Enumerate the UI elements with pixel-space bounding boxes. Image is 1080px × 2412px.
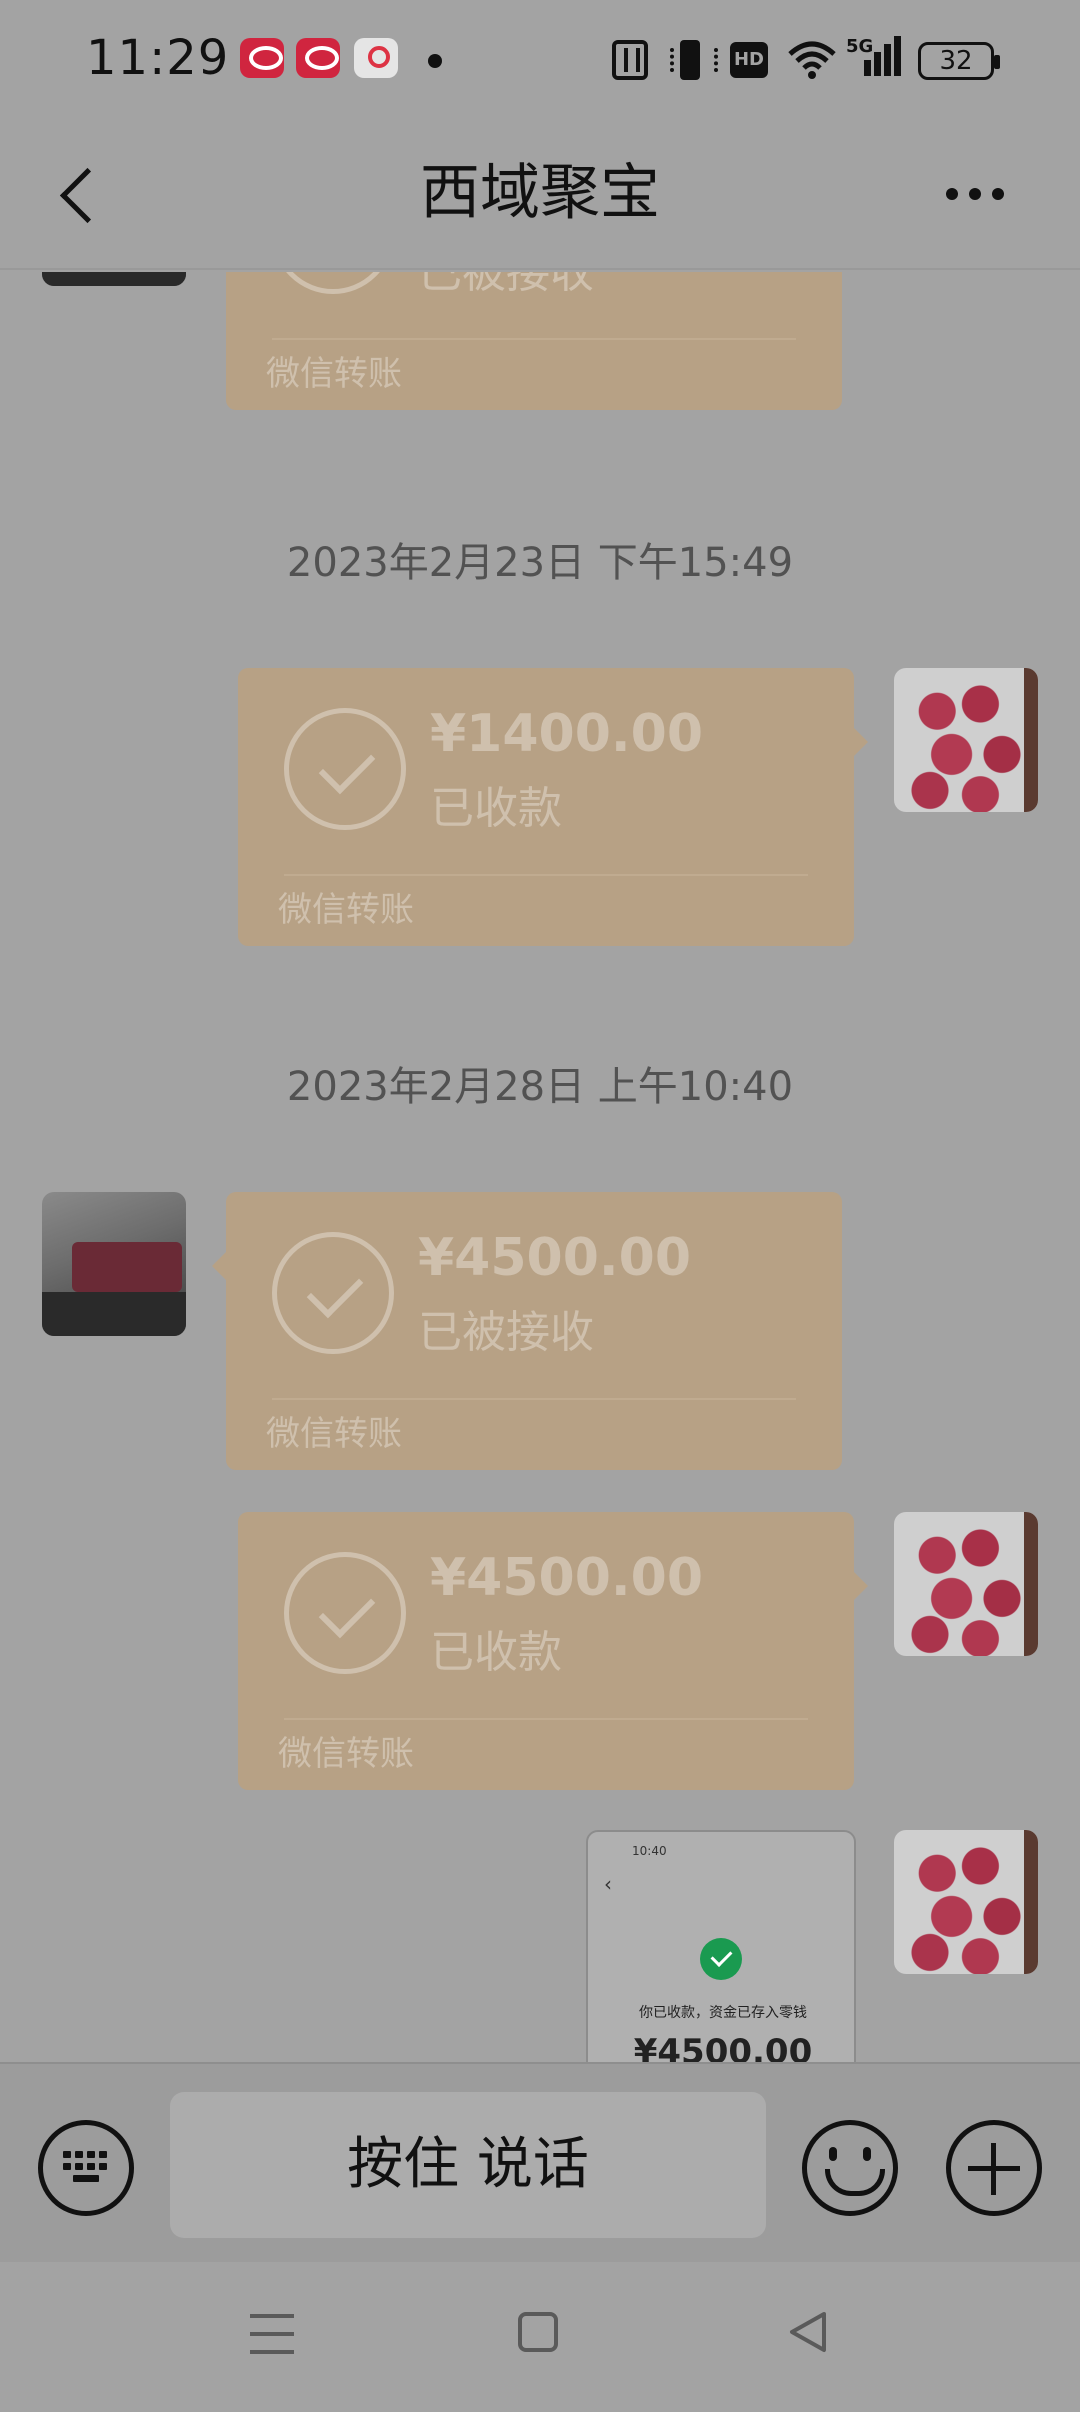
- vibrate-icon: [670, 40, 718, 80]
- back-triangle-icon[interactable]: [786, 2310, 830, 2354]
- app-notification-icon: [296, 38, 340, 78]
- status-time: 11:29: [86, 30, 230, 86]
- success-check-icon: [700, 1938, 742, 1980]
- menu-icon[interactable]: [250, 2314, 294, 2354]
- screenshot-received-text: 你已收款，资金已存入零钱: [639, 2005, 807, 2021]
- chevron-left-icon: ‹: [604, 1872, 612, 1896]
- card-divider: [284, 874, 808, 876]
- transfer-footer: 微信转账: [266, 1414, 402, 1454]
- card-divider: [272, 1398, 796, 1400]
- app-notification-icon: [240, 38, 284, 78]
- transfer-amount: ¥1400.00: [430, 704, 704, 764]
- signal-icon: [852, 34, 904, 78]
- transfer-message[interactable]: 已被接收 微信转账: [226, 272, 842, 410]
- screenshot-amount: ¥4500.00: [633, 2032, 813, 2062]
- transfer-status: 已收款: [430, 1627, 562, 1678]
- screenshot-status-time: 10:40: [632, 1844, 667, 1858]
- transfer-message[interactable]: ¥4500.00 已被接收 微信转账: [212, 1192, 842, 1470]
- card-divider: [272, 338, 796, 340]
- chat-input-bar: 按住 说话: [0, 2062, 1080, 2262]
- plus-icon[interactable]: [946, 2120, 1042, 2216]
- hd-badge: HD: [730, 42, 768, 78]
- message-timestamp: 2023年2月23日 下午15:49: [286, 540, 794, 586]
- transfer-amount: ¥4500.00: [418, 1228, 692, 1288]
- transfer-message[interactable]: ¥4500.00 已收款 微信转账: [238, 1512, 868, 1790]
- check-circle-icon: [272, 1232, 394, 1354]
- chat-header: 西域聚宝: [0, 120, 1080, 270]
- contact-avatar[interactable]: [42, 272, 186, 286]
- check-circle-icon: [272, 272, 394, 294]
- hold-to-talk-button[interactable]: 按住 说话: [170, 2092, 766, 2238]
- status-bar: 11:29 HD 5G 32: [0, 0, 1080, 120]
- emoji-icon[interactable]: [802, 2120, 898, 2216]
- my-avatar[interactable]: [894, 1830, 1038, 1974]
- chat-message-list[interactable]: 已被接收 微信转账 2023年2月23日 下午15:49 ¥1400.00 已收…: [0, 272, 1080, 2062]
- card-divider: [284, 1718, 808, 1720]
- screenshot-image-message[interactable]: 10:40 ‹ 你已收款，资金已存入零钱 ¥4500.00: [586, 1830, 856, 2062]
- home-icon[interactable]: [518, 2312, 558, 2352]
- transfer-footer: 微信转账: [266, 354, 402, 394]
- my-avatar[interactable]: [894, 1512, 1038, 1656]
- map-app-icon: [354, 38, 398, 78]
- transfer-status: 已被接收: [418, 1307, 594, 1358]
- more-dots-icon[interactable]: [940, 176, 1010, 216]
- battery-icon: 32: [918, 42, 1000, 80]
- message-timestamp: 2023年2月28日 上午10:40: [286, 1064, 794, 1110]
- transfer-footer: 微信转账: [278, 890, 414, 930]
- check-circle-icon: [284, 708, 406, 830]
- transfer-footer: 微信转账: [278, 1734, 414, 1774]
- notification-dot-icon: [428, 54, 442, 68]
- contact-avatar[interactable]: [42, 1192, 186, 1336]
- transfer-status: 已被接收: [418, 272, 594, 298]
- nfc-icon: [612, 40, 648, 80]
- my-avatar[interactable]: [894, 668, 1038, 812]
- transfer-message[interactable]: ¥1400.00 已收款 微信转账: [238, 668, 868, 946]
- wifi-icon: [786, 40, 838, 80]
- keyboard-icon[interactable]: [38, 2120, 134, 2216]
- transfer-status: 已收款: [430, 783, 562, 834]
- chat-title: 西域聚宝: [420, 158, 660, 228]
- transfer-amount: ¥4500.00: [430, 1548, 704, 1608]
- check-circle-icon: [284, 1552, 406, 1674]
- system-nav-bar: [0, 2262, 1080, 2412]
